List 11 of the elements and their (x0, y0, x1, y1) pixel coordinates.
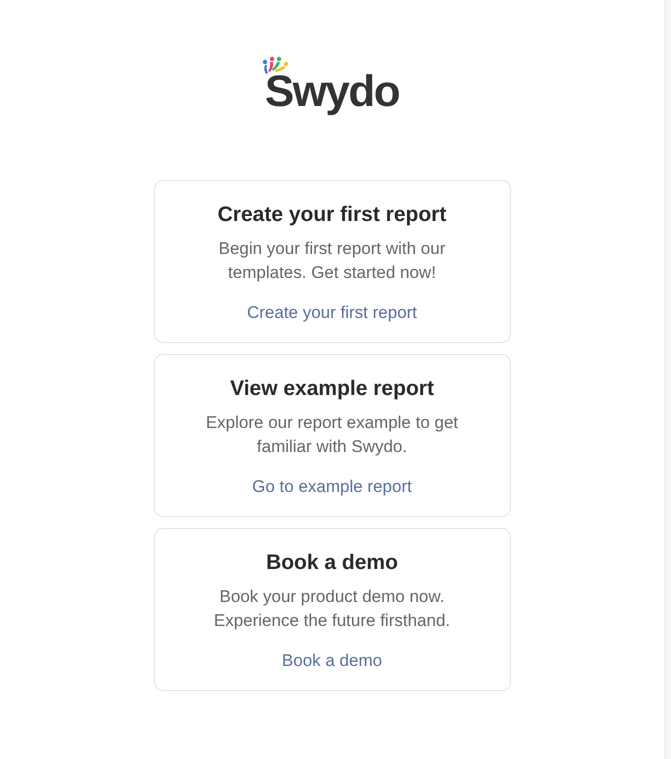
card-link[interactable]: Go to example report (252, 476, 412, 498)
card-title: Create your first report (218, 202, 446, 228)
logo-wordmark: Swydo (264, 66, 400, 118)
card-description: Explore our report example to get familiar with Swydo. (206, 412, 458, 458)
card-title: View example report (230, 376, 434, 402)
card-description: Begin your first report with our templates. Get started now! (218, 238, 446, 284)
card-description: Book your product demo now. Experience the future firsthand. (214, 586, 450, 632)
card-link[interactable]: Create your first report (246, 302, 418, 324)
card-link[interactable]: Book a demo (282, 650, 382, 672)
figures-icon (262, 56, 291, 75)
card-title: Book a demo (266, 550, 398, 576)
